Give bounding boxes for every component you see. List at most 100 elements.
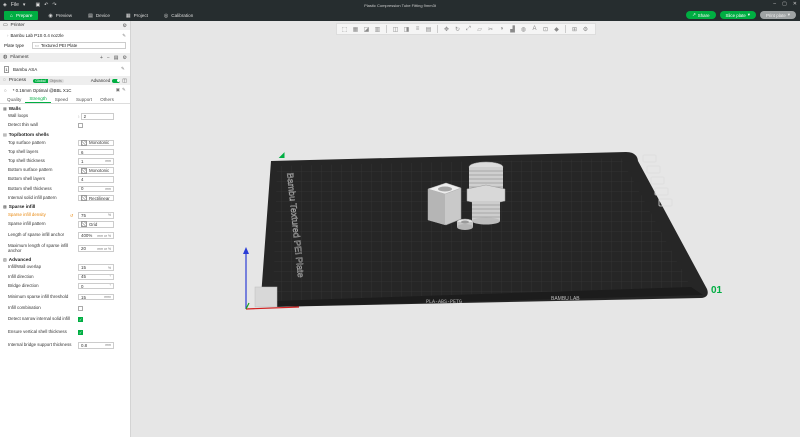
wall-loops-input[interactable]: 2 <box>80 113 114 120</box>
remove-filament-icon[interactable]: − <box>107 55 110 61</box>
bridge-support-input[interactable]: 0.8 mm <box>78 342 114 349</box>
infill-direction-row: Infill direction 45 ° <box>0 272 130 281</box>
ams-icon[interactable]: ▤ <box>114 55 119 61</box>
top-shell-layers-row: Top shell layers 6 <box>0 148 130 157</box>
infill-combination-label: Infill combination <box>8 304 41 310</box>
plate-orient-icon[interactable] <box>646 165 661 174</box>
printer-section-header[interactable]: ▭ Printer ⚙ <box>0 21 130 30</box>
device-icon: ▤ <box>88 12 93 19</box>
ensure-vertical-row: Ensure vertical shell thickness <box>0 326 130 339</box>
global-toggle[interactable]: Global <box>33 78 48 83</box>
filament-settings-icon[interactable]: ⚙ <box>123 55 127 61</box>
slice-label: Slice plate <box>725 12 746 18</box>
min-sparse-threshold-value: 15 <box>81 294 86 300</box>
detect-narrow-row: Detect narrow internal solid infill <box>0 313 130 326</box>
min-sparse-threshold-input[interactable]: 15 mm² <box>78 293 114 301</box>
tab-preview[interactable]: ◉ Preview <box>42 11 78 20</box>
add-filament-icon[interactable]: + <box>100 55 103 61</box>
tab-support[interactable]: Support <box>72 95 96 103</box>
tab-quality[interactable]: Quality <box>3 95 25 103</box>
bottom-shell-layers-input[interactable]: 4 <box>78 176 114 183</box>
redo-icon[interactable]: ↷ <box>52 2 56 8</box>
tab-calibration[interactable]: ◎ Calibration <box>158 11 199 20</box>
max-sparse-anchor-row: Maximum length of sparse infill anchor 2… <box>0 242 130 255</box>
shells-icon: ▤ <box>3 131 7 137</box>
top-shell-thickness-input[interactable]: 1 mm <box>78 158 114 165</box>
top-surface-pattern-select[interactable]: Monotonic <box>78 139 114 147</box>
file-menu[interactable]: File <box>11 2 19 8</box>
bottom-surface-pattern-select[interactable]: Monotonic <box>78 167 114 174</box>
advanced-icon: ▧ <box>3 256 7 262</box>
share-icon: ↗ <box>692 12 696 17</box>
filament-name[interactable]: Bambu ASA <box>13 67 121 72</box>
sparse-infill-pattern-select[interactable]: Grid <box>78 221 114 228</box>
filament-edit-icon[interactable]: ✎ <box>121 66 125 72</box>
ensure-vertical-checkbox[interactable] <box>78 329 83 335</box>
tab-device[interactable]: ▤ Device <box>82 11 116 20</box>
process-preset-select[interactable]: * 0.16mm Optimal @BBL X1C <box>9 86 114 94</box>
plate-arrange-icon[interactable] <box>650 176 665 185</box>
pattern-icon <box>81 167 87 174</box>
infill-wall-overlap-input[interactable]: 15% <box>78 264 114 271</box>
global-objects-toggle[interactable]: Global Objects <box>33 78 64 83</box>
build-plate-scene[interactable]: Bambu Textured PEI Plate PLA-ABS-PETG BA… <box>131 21 800 437</box>
top-shell-thickness-value: 1 <box>81 158 84 164</box>
printer-dot-icon: › <box>7 33 9 38</box>
unit-label: % <box>107 213 111 218</box>
tab-others[interactable]: Others <box>96 95 118 103</box>
minimize-icon[interactable]: – <box>773 1 776 7</box>
top-surface-pattern-label: Top surface pattern <box>8 139 46 145</box>
printer-settings-icon[interactable]: ⚙ <box>123 23 127 29</box>
tab-prepare[interactable]: ⌂ Prepare <box>4 11 39 20</box>
process-compare-icon[interactable]: ◫ <box>122 78 127 84</box>
maximize-icon[interactable]: ▢ <box>782 1 787 7</box>
3d-viewport[interactable]: ⬚ ▦ ◪ ▥ ◫ ◨ ≡ ▤ ✥ ↻ ⤢ ▱ ✂ ◑ ▟ ◍ A ⊡ ◆ ⊞ … <box>131 21 800 437</box>
objects-toggle[interactable]: Objects <box>47 78 64 83</box>
preset-edit-icon[interactable]: ✎ <box>122 87 126 93</box>
tab-speed[interactable]: Speed <box>51 95 72 103</box>
printer-select[interactable]: › Bambu Lab P1S 0.4 nozzle <box>4 32 120 39</box>
detect-narrow-checkbox[interactable] <box>78 316 83 322</box>
file-menu-chevron-icon[interactable]: ▾ <box>23 2 26 8</box>
close-icon[interactable]: ✕ <box>793 1 797 7</box>
bridge-direction-value: 0 <box>81 283 84 289</box>
filament-icon: ◍ <box>3 55 8 60</box>
top-shell-layers-input[interactable]: 6 <box>78 148 114 156</box>
bridge-support-value: 0.8 <box>81 342 88 348</box>
filament-section-header[interactable]: ◍ Filament + − ▤ ⚙ <box>0 53 130 62</box>
infill-direction-input[interactable]: 45 ° <box>78 273 114 281</box>
save-icon[interactable]: ▣ <box>35 2 40 8</box>
tab-strength[interactable]: Strength <box>25 95 51 103</box>
internal-solid-infill-label: Internal solid infill pattern <box>8 194 57 200</box>
printer-header-label: Printer <box>10 23 25 28</box>
sparse-anchor-input[interactable]: 400% mm or % <box>78 232 114 239</box>
top-shell-layers-label: Top shell layers <box>8 148 39 154</box>
plate-type-icon: ▭ <box>34 42 39 48</box>
reset-icon[interactable]: ↺ <box>70 213 73 218</box>
advanced-switch[interactable] <box>112 78 121 83</box>
infill-combination-checkbox[interactable] <box>78 305 83 311</box>
max-sparse-anchor-input[interactable]: 20 mm or % <box>78 245 114 252</box>
print-plate-button[interactable]: Print plate ▾ <box>760 11 796 19</box>
printer-edit-icon[interactable]: ✎ <box>122 33 126 39</box>
bottom-shell-thickness-input[interactable]: 0 mm <box>78 185 114 193</box>
sparse-infill-density-input[interactable]: 75% <box>78 212 114 219</box>
infill-wall-overlap-row: Infill/Wall overlap 15% <box>0 263 130 272</box>
share-button[interactable]: ↗ Share <box>686 11 716 19</box>
tab-project[interactable]: ▦ Project <box>120 11 154 20</box>
slice-plate-button[interactable]: Slice plate ▾ <box>719 11 756 19</box>
wall-loops-label: Wall loops <box>8 113 29 119</box>
bottom-shell-layers-value: 4 <box>81 177 84 183</box>
infill-direction-label: Infill direction <box>8 273 34 279</box>
plate-type-select[interactable]: ▭ Textured PEI Plate <box>31 42 126 49</box>
detect-thin-wall-label: Detect thin wall <box>8 122 38 128</box>
save-preset-icon[interactable]: ▣ <box>116 87 120 93</box>
plate-lock-icon[interactable] <box>654 187 669 196</box>
bridge-direction-input[interactable]: 0 ° <box>78 282 114 290</box>
max-sparse-anchor-label: Maximum length of sparse infill anchor <box>8 242 69 253</box>
plate-close-icon[interactable] <box>642 154 657 163</box>
internal-solid-infill-select[interactable]: Rectilinear <box>78 194 114 202</box>
undo-icon[interactable]: ↶ <box>44 2 48 8</box>
detect-thin-wall-checkbox[interactable] <box>78 123 83 129</box>
advanced-title: Advanced <box>8 256 32 262</box>
